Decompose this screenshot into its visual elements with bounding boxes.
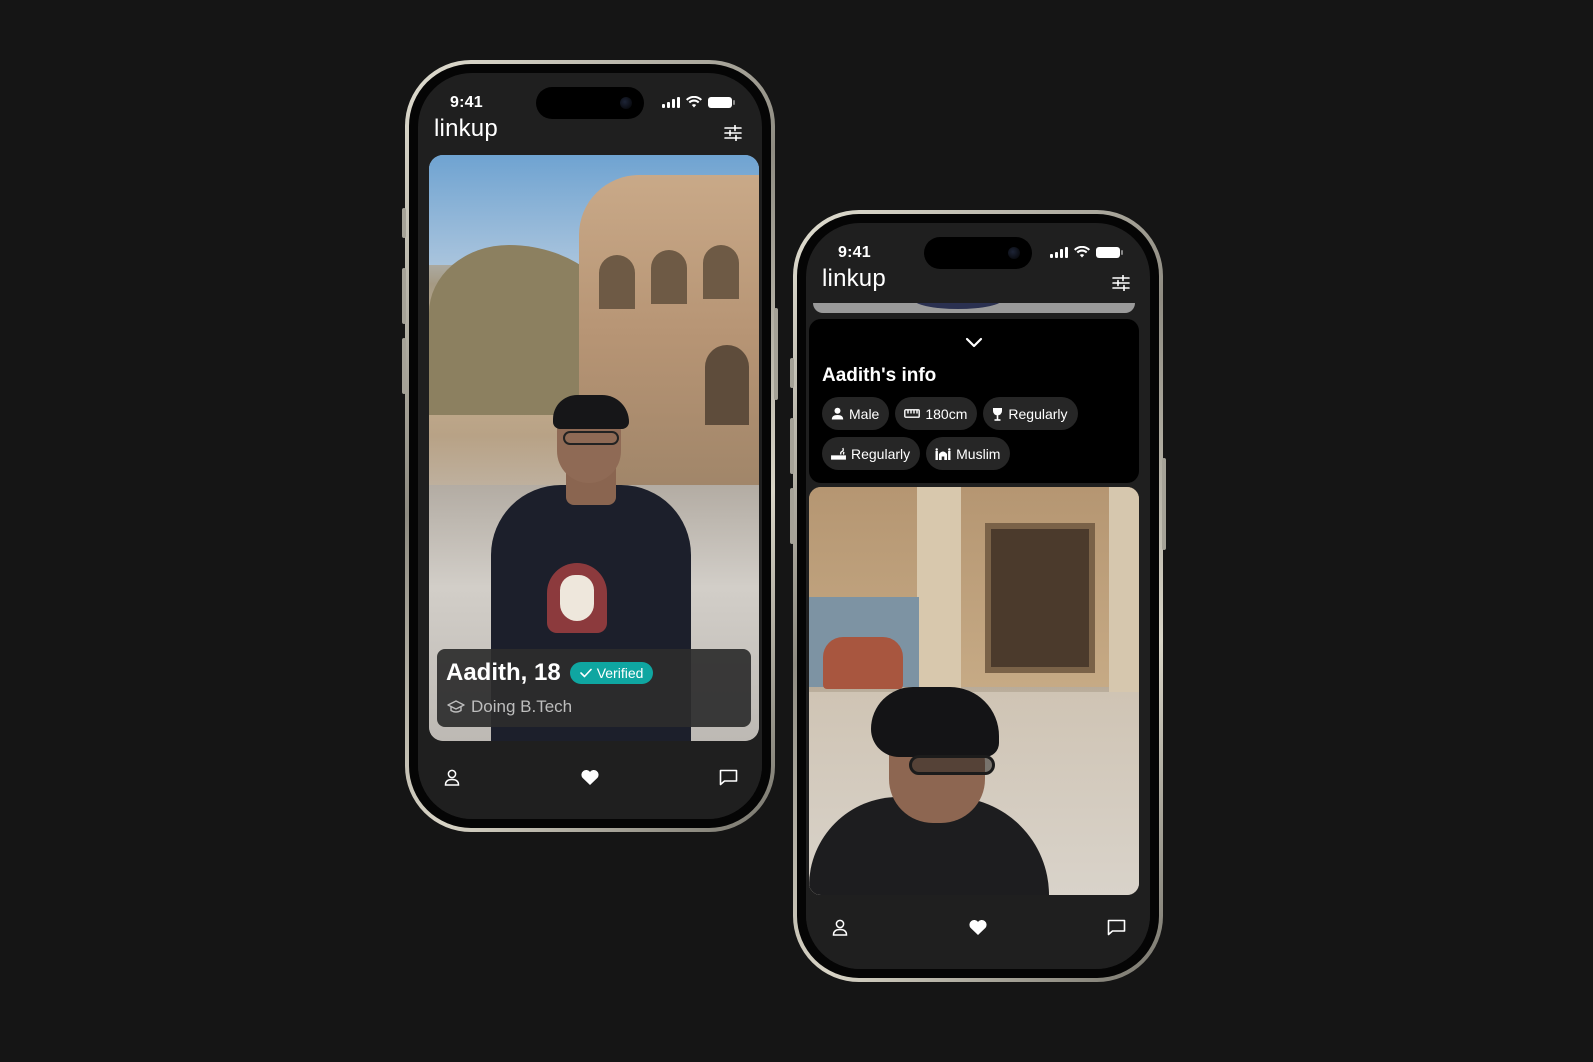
phone-side-button: [790, 418, 794, 474]
photo-doorway: [985, 523, 1095, 673]
chip-label: 180cm: [925, 405, 968, 422]
app-screen: 9:41 linkup: [806, 223, 1150, 969]
person-icon[interactable]: [444, 769, 460, 786]
photo-building-arch: [705, 345, 749, 425]
photo-person-hair: [871, 687, 999, 757]
profile-summary: Aadith, 18 Verified Doing B.Tech: [437, 649, 751, 727]
info-title: Aadith's info: [822, 365, 937, 386]
profile-photo-card[interactable]: [809, 487, 1139, 895]
chat-bubble-icon[interactable]: [1107, 919, 1126, 936]
info-chip-height: 180cm: [895, 397, 978, 430]
status-icons: [662, 96, 735, 108]
info-chip-smoking: Regularly: [822, 437, 921, 470]
smoking-icon: [831, 447, 846, 460]
phone-side-button: [402, 268, 406, 324]
photo-person-glasses: [909, 755, 995, 775]
cellular-signal-icon: [662, 96, 680, 108]
ruler-icon: [904, 409, 921, 418]
info-chip-religion: Muslim: [926, 437, 1011, 470]
chip-label: Regularly: [851, 445, 911, 462]
photo-pillar: [917, 487, 961, 697]
status-time: 9:41: [450, 94, 483, 111]
photo-building-arch: [599, 255, 635, 309]
app-logo: linkup: [822, 265, 886, 292]
photo-person-glasses: [563, 431, 619, 445]
battery-icon: [1096, 246, 1123, 258]
heart-icon[interactable]: [969, 919, 988, 936]
check-icon: [579, 668, 592, 678]
wine-glass-icon: [993, 407, 1003, 421]
chevron-down-icon[interactable]: [965, 337, 983, 348]
sliders-icon[interactable]: [724, 125, 742, 141]
profile-photo-card[interactable]: Aadith, 18 Verified Doing B.Tech: [429, 155, 759, 741]
photo-person-hair: [553, 395, 629, 429]
status-icons: [1050, 246, 1123, 258]
sliders-icon[interactable]: [1112, 275, 1130, 291]
photo-pillar: [1109, 487, 1139, 697]
wifi-icon: [1074, 246, 1090, 258]
verified-badge: Verified: [569, 662, 654, 684]
phone-side-button: [774, 308, 778, 400]
phone-side-button: [1162, 458, 1166, 550]
phone-mockup-right: 9:41 linkup Aadith's info Male 180cm Reg…: [790, 210, 1166, 982]
dynamic-island: [536, 87, 644, 119]
app-logo: linkup: [434, 115, 498, 142]
info-chip-drinking: Regularly: [983, 397, 1078, 430]
bottom-tab-bar: [806, 905, 1150, 969]
profile-name-age: Aadith, 18: [446, 659, 561, 686]
chat-bubble-icon[interactable]: [719, 769, 738, 786]
wifi-icon: [686, 96, 702, 108]
religion-icon: [935, 448, 951, 460]
cellular-signal-icon: [1050, 246, 1068, 258]
chip-label: Regularly: [1008, 405, 1068, 422]
phone-mockup-left: 9:41 linkup Aadith, 18 Verified Doing B.…: [402, 60, 778, 832]
photo-hoodie-print-mask: [560, 575, 594, 621]
phone-side-button: [790, 488, 794, 544]
battery-icon: [708, 96, 735, 108]
verified-label: Verified: [596, 665, 644, 681]
app-screen: 9:41 linkup: [418, 73, 762, 819]
dynamic-island: [924, 237, 1032, 269]
profile-info-panel: Aadith's info Male 180cm Regularly Regul…: [809, 319, 1139, 483]
info-chip-gender: Male: [822, 397, 890, 430]
previous-photo-peek: [813, 303, 1135, 313]
phone-side-button: [402, 338, 406, 394]
info-chips: Male 180cm Regularly Regularly Muslim: [822, 397, 1122, 470]
graduation-cap-icon: [447, 700, 465, 713]
person-icon[interactable]: [832, 919, 848, 936]
photo-building-arch: [703, 245, 739, 299]
chip-label: Male: [849, 405, 880, 422]
photo-building-arch: [651, 250, 687, 304]
heart-icon[interactable]: [581, 769, 600, 786]
phone-side-button: [402, 208, 406, 238]
chip-label: Muslim: [956, 445, 1001, 462]
phone-side-button: [790, 358, 794, 388]
person-icon: [831, 407, 844, 420]
education-text: Doing B.Tech: [471, 697, 573, 716]
status-time: 9:41: [838, 244, 871, 261]
photo-shrine-items: [823, 637, 903, 689]
bottom-tab-bar: [418, 755, 762, 819]
